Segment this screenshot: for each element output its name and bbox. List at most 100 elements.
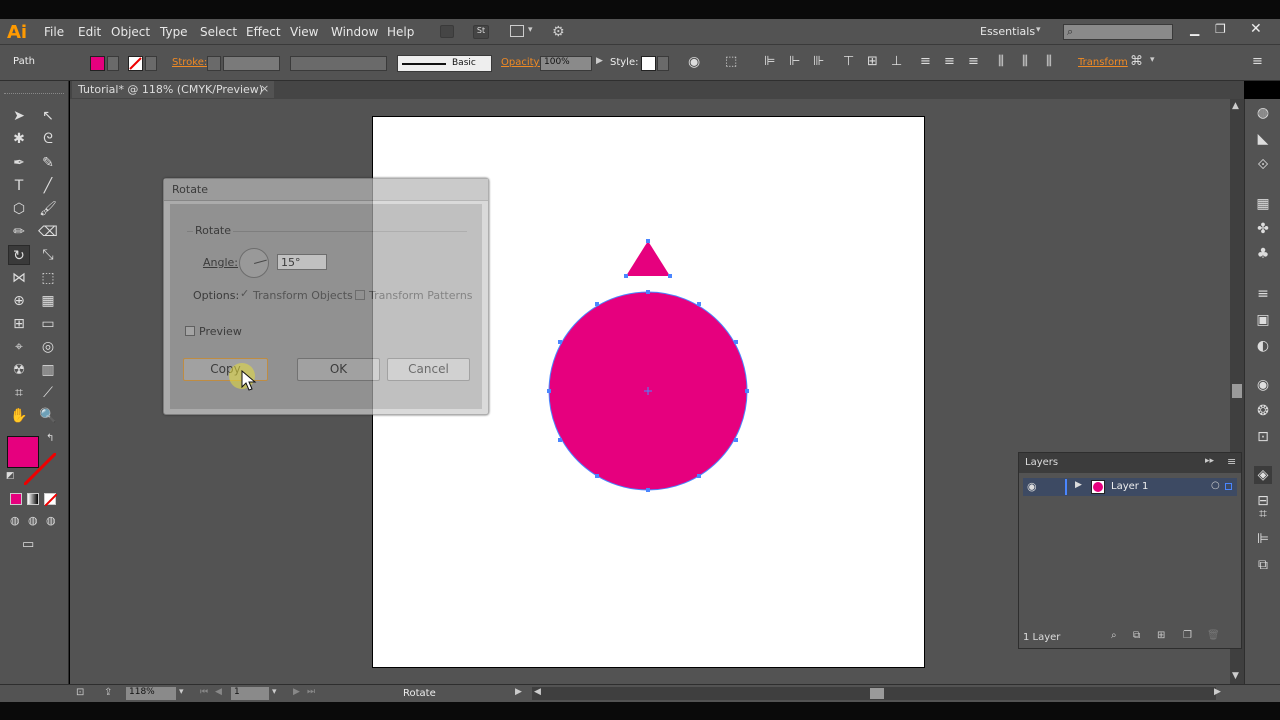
rotate-tool-icon[interactable]: ↻: [8, 245, 30, 265]
transform-patterns-option[interactable]: Transform Patterns: [369, 289, 473, 302]
collapse-panel-icon[interactable]: ▸▸: [1205, 456, 1214, 466]
appearance-icon[interactable]: ◉: [1254, 376, 1272, 394]
stroke-panel-icon[interactable]: ≡: [1254, 285, 1272, 303]
transform-panel-icon[interactable]: ⌗: [1254, 505, 1272, 523]
distribute-top-icon[interactable]: ≡: [920, 54, 931, 69]
scroll-thumb[interactable]: [1232, 384, 1242, 398]
isolate-icon[interactable]: ⌘: [1130, 54, 1143, 69]
stroke-dropdown[interactable]: [145, 56, 157, 71]
arrange-documents-icon[interactable]: [510, 25, 524, 37]
libraries-icon[interactable]: ⟐: [1254, 156, 1272, 174]
artboard-number-field[interactable]: 1: [231, 687, 269, 700]
style-dropdown[interactable]: [657, 56, 669, 71]
brushes-icon[interactable]: ✤: [1254, 220, 1272, 238]
draw-inside-icon[interactable]: ◍: [46, 514, 56, 527]
shape-builder-tool-icon[interactable]: ⊕: [8, 291, 30, 311]
gradient-tool-icon[interactable]: ▭: [37, 314, 59, 334]
help-search-input[interactable]: ⌕: [1063, 24, 1173, 40]
control-menu-icon[interactable]: ≡: [1252, 54, 1263, 69]
color-mode-icon[interactable]: [10, 493, 22, 505]
document-tab[interactable]: Tutorial* @ 118% (CMYK/Preview) ×: [72, 81, 274, 98]
close-window-icon[interactable]: ✕: [1250, 21, 1262, 37]
color-guide-icon[interactable]: ◍: [1254, 104, 1272, 122]
color-panel-icon[interactable]: ◣: [1254, 130, 1272, 148]
graph-tool-icon[interactable]: ▥: [37, 360, 59, 380]
opacity-arrow-icon[interactable]: ▶: [596, 56, 603, 66]
screen-mode-icon[interactable]: ▭: [22, 537, 34, 552]
transform-patterns-checkbox[interactable]: [355, 290, 365, 300]
swap-colors-icon[interactable]: ↰: [46, 433, 54, 444]
triangle-shape[interactable]: [626, 241, 670, 276]
scroll-down-icon[interactable]: ▼: [1232, 671, 1239, 681]
prev-artboard-icon[interactable]: ◀: [215, 687, 222, 697]
default-colors-icon[interactable]: ◩: [6, 471, 15, 481]
angle-dial-icon[interactable]: [239, 248, 269, 278]
direct-selection-tool-icon[interactable]: ↖: [37, 106, 59, 126]
slice-tool-icon[interactable]: ⟋: [37, 383, 59, 403]
selection-indicator-icon[interactable]: [1225, 483, 1232, 490]
visibility-eye-icon[interactable]: ◉: [1027, 480, 1037, 493]
layer-row[interactable]: ◉ ▶ Layer 1 ○: [1023, 478, 1237, 496]
align-bottom-icon[interactable]: ⊥: [891, 54, 902, 69]
distribute-left-icon[interactable]: ⫼: [998, 54, 1004, 69]
menu-help[interactable]: Help: [387, 25, 414, 39]
fill-dropdown[interactable]: [107, 56, 119, 71]
menu-window[interactable]: Window: [331, 25, 378, 39]
menu-type[interactable]: Type: [160, 25, 188, 39]
align-hcenter-icon[interactable]: ⊩: [789, 54, 800, 69]
transform-objects-option[interactable]: Transform Objects: [253, 289, 353, 302]
free-transform-tool-icon[interactable]: ⬚: [37, 268, 59, 288]
workspace-dropdown-icon[interactable]: ▾: [1036, 25, 1041, 35]
stock-icon[interactable]: St: [473, 25, 489, 39]
stroke-swatch[interactable]: [128, 56, 143, 71]
angle-input[interactable]: 15°: [277, 254, 327, 270]
brush-definition-dropdown[interactable]: Basic: [397, 55, 492, 72]
eraser-tool-icon[interactable]: ⌫: [37, 222, 59, 242]
sync-settings-icon[interactable]: ⚙: [552, 24, 565, 40]
graphic-styles-icon[interactable]: ❂: [1254, 402, 1272, 420]
hand-tool-icon[interactable]: ✋: [8, 406, 30, 426]
zoom-field[interactable]: 118%: [126, 687, 176, 700]
distribute-right-icon[interactable]: ⫼: [1046, 54, 1052, 69]
minimize-icon[interactable]: ▁: [1190, 22, 1199, 36]
share-icon[interactable]: ⇪: [104, 687, 112, 698]
recolor-artwork-icon[interactable]: ◉: [688, 54, 700, 70]
preview-label[interactable]: Preview: [199, 325, 242, 338]
transform-link[interactable]: Transform: [1078, 57, 1128, 68]
layers-panel-icon[interactable]: ◈: [1254, 466, 1272, 484]
ok-button[interactable]: OK: [297, 358, 380, 381]
menu-object[interactable]: Object: [111, 25, 150, 39]
expand-layer-icon[interactable]: ▶: [1075, 480, 1082, 490]
width-tool-icon[interactable]: ⋈: [8, 268, 30, 288]
menu-effect[interactable]: Effect: [246, 25, 281, 39]
stroke-label[interactable]: Stroke:: [172, 57, 207, 68]
pen-tool-icon[interactable]: ✒: [8, 153, 30, 173]
menu-view[interactable]: View: [290, 25, 318, 39]
draw-normal-icon[interactable]: ◍: [10, 514, 20, 527]
horizontal-scrollbar[interactable]: ◀: [532, 687, 1216, 700]
distribute-bottom-icon[interactable]: ≡: [968, 54, 979, 69]
stroke-weight-stepper[interactable]: [207, 56, 221, 71]
variable-width-profile[interactable]: [290, 56, 387, 71]
new-sublayer-icon[interactable]: ⊞: [1157, 630, 1165, 641]
target-icon[interactable]: ○: [1211, 480, 1220, 491]
tools-grip[interactable]: [4, 93, 64, 96]
close-tab-icon[interactable]: ×: [260, 82, 269, 95]
graphic-style-swatch[interactable]: [641, 56, 656, 71]
stroke-weight-field[interactable]: [223, 56, 280, 71]
cancel-button[interactable]: Cancel: [387, 358, 470, 381]
scale-tool-icon[interactable]: ⤡: [37, 245, 59, 265]
symbol-sprayer-tool-icon[interactable]: ☢: [8, 360, 30, 380]
align-top-icon[interactable]: ⊤: [843, 54, 854, 69]
gradient-panel-icon[interactable]: ▣: [1254, 311, 1272, 329]
next-artboard-icon[interactable]: ▶: [293, 687, 300, 697]
align-vcenter-icon[interactable]: ⊞: [867, 54, 878, 69]
none-mode-icon[interactable]: [44, 493, 57, 506]
align-left-icon[interactable]: ⊫: [764, 54, 775, 69]
workspace-switcher[interactable]: Essentials: [980, 25, 1035, 38]
scroll-left-icon[interactable]: ◀: [534, 687, 541, 697]
blend-tool-icon[interactable]: ◎: [37, 337, 59, 357]
panel-menu-icon[interactable]: ≡: [1227, 455, 1236, 468]
layer-name[interactable]: Layer 1: [1111, 481, 1148, 492]
zoom-tool-icon[interactable]: 🔍: [37, 406, 59, 426]
